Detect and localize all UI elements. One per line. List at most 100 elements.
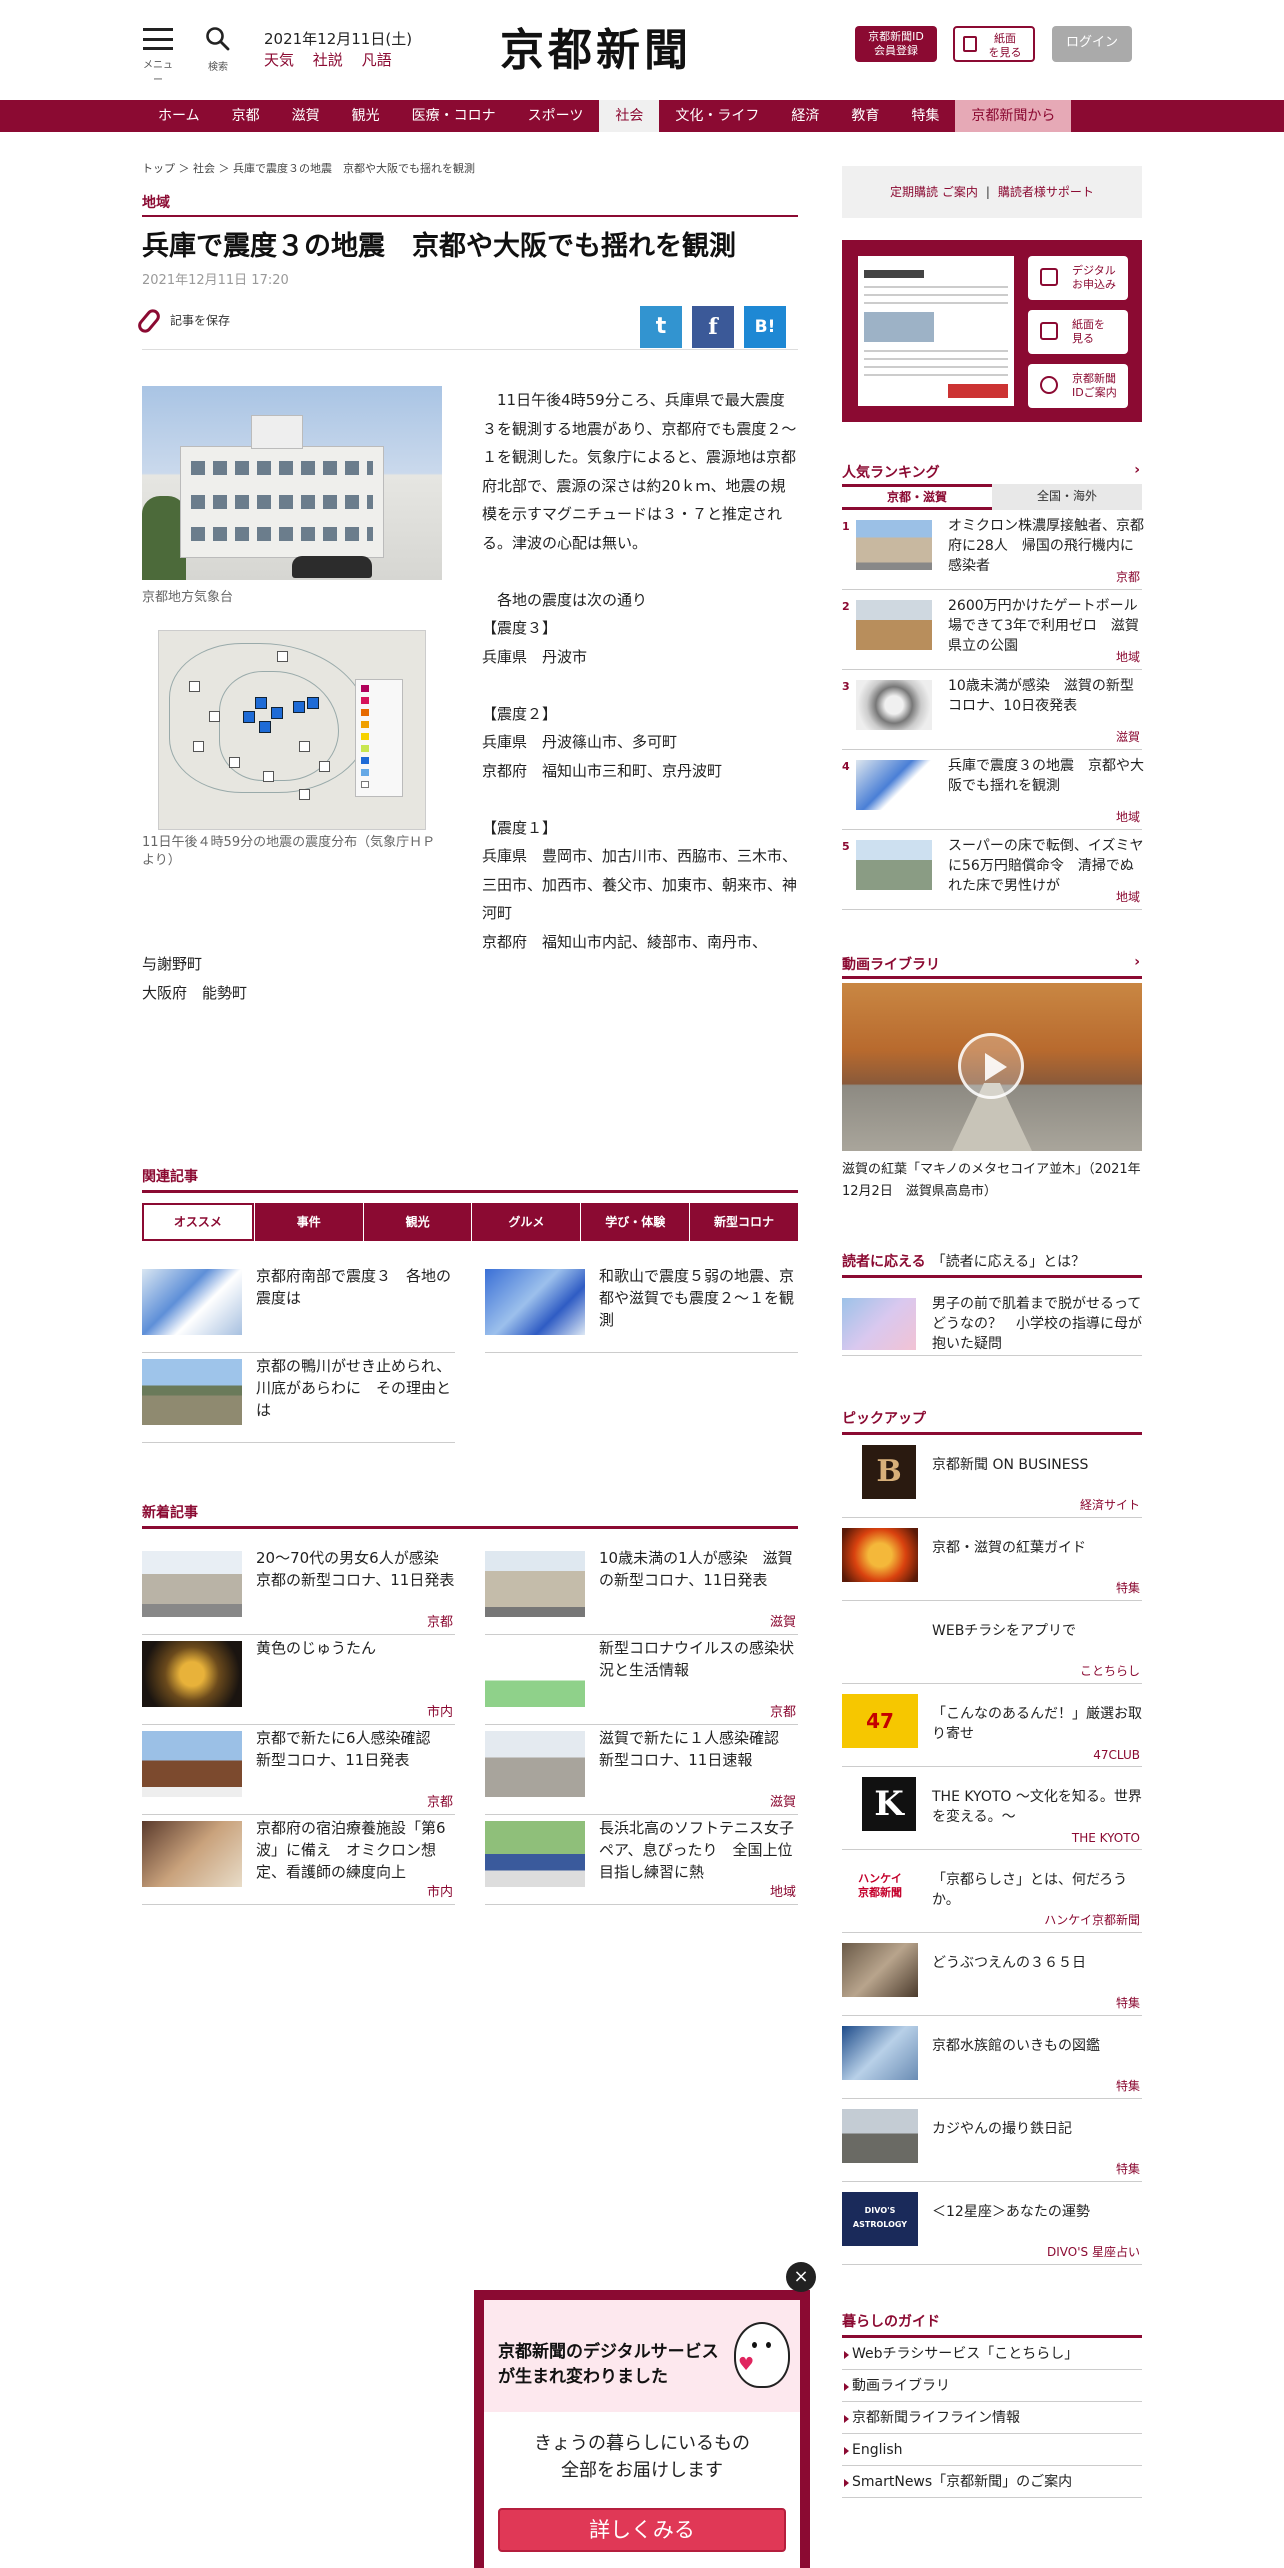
video-heading[interactable]: 動画ライブラリ › <box>842 954 1142 976</box>
photo-caption: 京都地方気象台 <box>142 590 234 605</box>
nav-item[interactable]: 京都 <box>216 100 276 132</box>
pickup-item[interactable]: B 京都新聞 ON BUSINESS 経済サイト <box>842 1435 1142 1518</box>
related-tab[interactable]: オススメ <box>142 1203 254 1241</box>
weather-office-photo[interactable] <box>142 386 442 580</box>
twitter-share-button[interactable]: t <box>640 306 682 348</box>
learn-more-button[interactable]: 詳しくみる <box>498 2508 786 2552</box>
pickup-item[interactable]: WEBチラシをアプリで ことちらし <box>842 1601 1142 1684</box>
article-card[interactable]: 和歌山で震度５弱の地震、京都や滋賀でも震度２～１を観測 <box>485 1263 798 1353</box>
related-tab[interactable]: 学び・体験 <box>580 1203 690 1241</box>
id-guide-button[interactable]: 京都新聞 IDご案内 <box>1028 364 1128 408</box>
view-paper-button[interactable]: 紙面 を見る <box>953 26 1035 62</box>
nav-list: ホーム 京都 滋賀 観光 医療・コロナ スポーツ 社会 文化・ライフ 経済 教育 特集 京都新聞から <box>142 100 1072 132</box>
article-card[interactable]: 長浜北高のソフトテニス女子ペア、息ぴったり 全国上位目指し練習に熱 地域 <box>485 1815 798 1905</box>
pickup-item[interactable]: DIVO'S ASTROLOGY ＜12星座＞あなたの運勢 DIVO'S 星座占い <box>842 2182 1142 2265</box>
related-tab[interactable]: 観光 <box>362 1203 472 1241</box>
nav-item[interactable]: 医療・コロナ <box>396 100 512 132</box>
nav-item[interactable]: 滋賀 <box>276 100 336 132</box>
article-category[interactable]: 地域 <box>142 192 798 217</box>
article-card[interactable]: 京都で新たに6人感染確認 新型コロナ、11日発表 京都 <box>142 1725 455 1815</box>
ranking-tab-national[interactable]: 全国・海外 <box>992 484 1142 510</box>
ranking-tag: 滋賀 <box>1115 730 1140 744</box>
related-tab[interactable]: 事件 <box>253 1203 363 1241</box>
nav-item[interactable]: 社会 <box>599 100 660 132</box>
newspaper-front-image[interactable] <box>858 256 1014 406</box>
weather-link[interactable]: 天気 <box>264 51 294 69</box>
ranking-item[interactable]: 4 兵庫で震度３の地震 京都や大阪でも揺れを観測 地域 <box>842 750 1144 830</box>
qa-item[interactable]: 男子の前で肌着まで脱がせるってどうなの？ 小学校の指導に母が抱いた疑問 <box>842 1278 1142 1356</box>
article-card[interactable]: 京都の鴨川がせき止められ、川底があらわに その理由とは <box>142 1353 455 1443</box>
editorial-link[interactable]: 社説 <box>313 51 343 69</box>
qa-heading[interactable]: 読者に応える 「読者に応える」とは？ <box>842 1251 1142 1278</box>
article-card-tag: 京都 <box>426 1615 453 1630</box>
pickup-item[interactable]: どうぶつえんの３６５日 特集 <box>842 1933 1142 2016</box>
view-paper-side-button[interactable]: 紙面を 見る <box>1028 310 1128 354</box>
nav-item[interactable]: 特集 <box>895 100 955 132</box>
video-heading-rule <box>842 976 1142 979</box>
pickup-item[interactable]: ハンケイ 京都新聞 「京都らしさ」とは、何だろうか。 ハンケイ京都新聞 <box>842 1850 1142 1933</box>
ranking-item[interactable]: 2 2600万円かけたゲートボール場できて3年で利用ゼロ 滋賀県立の公園 地域 <box>842 590 1142 670</box>
guide-link[interactable]: Webチラシサービス「ことちらし」 <box>842 2338 1142 2370</box>
guide-link[interactable]: 京都新聞ライフライン情報 <box>842 2402 1142 2434</box>
guide-list: Webチラシサービス「ことちらし」 動画ライブラリ 京都新聞ライフライン情報 Engl… <box>842 2338 1142 2498</box>
ranking-title: オミクロン株濃厚接触者、京都府に28人 帰国の飛行機内に感染者 <box>948 518 1144 574</box>
digital-apply-button[interactable]: デジタル お申込み <box>1028 256 1128 300</box>
related-tab[interactable]: グルメ <box>471 1203 581 1241</box>
ranking-item[interactable]: 3 10歳未満が感染 滋賀の新型コロナ、10日夜発表 滋賀 <box>842 670 1142 750</box>
pickup-item[interactable]: 47 「こんなのあるんだ！」厳選お取り寄せ 47CLUB <box>842 1684 1142 1767</box>
nav-item[interactable]: ホーム <box>142 100 216 132</box>
login-button[interactable]: ログイン <box>1052 26 1132 62</box>
pickup-tag: 特集 <box>1115 1581 1140 1595</box>
pickup-item[interactable]: K THE KYOTO ～文化を知る。世界を変える。～ THE KYOTO <box>842 1767 1142 1850</box>
nav-item[interactable]: 教育 <box>835 100 895 132</box>
map-point-strong <box>243 711 255 723</box>
ranking-heading[interactable]: 人気ランキング › <box>842 462 1142 484</box>
article-paragraph: 大阪府 能勢町 <box>142 983 248 1002</box>
facebook-share-button[interactable]: f <box>692 306 734 348</box>
seismic-intensity-map[interactable] <box>158 630 426 830</box>
nav-item[interactable]: スポーツ <box>512 100 600 132</box>
ranking-tab-local[interactable]: 京都・滋賀 <box>842 484 992 510</box>
site-logo[interactable]: 京都新聞 <box>500 14 692 78</box>
guide-link[interactable]: English <box>842 2434 1142 2466</box>
article-card[interactable]: 京都府の宿泊療養施設「第6波」に備え オミクロン想定、看護師の練度向上 市内 <box>142 1815 455 1905</box>
save-article-button[interactable]: 記事を保存 <box>135 306 230 336</box>
device-icon <box>1040 268 1058 286</box>
ranking-item[interactable]: 5 スーパーの床で転倒、イズミヤに56万円賠償命令 清掃でぬれた床で男性けが 地域 <box>842 830 1143 910</box>
ranking-tabs: 京都・滋賀 全国・海外 <box>842 484 1142 510</box>
article-paragraph: 兵庫県 丹波篠山市、多可町 <box>482 733 678 751</box>
pickup-tag: 特集 <box>1115 1996 1140 2010</box>
guide-link[interactable]: SmartNews「京都新聞」のご案内 <box>842 2466 1142 2498</box>
pickup-item[interactable]: 京都・滋賀の紅葉ガイド 特集 <box>842 1518 1142 1601</box>
nav-item[interactable]: 京都新聞から <box>955 100 1072 132</box>
nav-item[interactable]: 経済 <box>775 100 835 132</box>
article-card[interactable]: 20～70代の男女6人が感染 京都の新型コロナ、11日発表 京都 <box>142 1545 455 1635</box>
video-caption[interactable]: 滋賀の紅葉「マキノのメタセコイア並木」（2021年12月2日 滋賀県高島市） <box>842 1159 1142 1203</box>
id-register-button[interactable]: 京都新聞ID 会員登録 <box>855 26 937 62</box>
bongo-link[interactable]: 凡語 <box>362 51 392 69</box>
nav-item[interactable]: 文化・ライフ <box>659 100 775 132</box>
article-card[interactable]: 滋賀で新たに１人感染確認 新型コロナ、11日速報 滋賀 <box>485 1725 798 1815</box>
nav-item[interactable]: 観光 <box>336 100 396 132</box>
ranking-item[interactable]: 1 オミクロン株濃厚接触者、京都府に28人 帰国の飛行機内に感染者 京都 <box>842 510 1144 590</box>
support-link[interactable]: 購読者様サポート <box>998 185 1094 199</box>
article-card[interactable]: 京都府南部で震度３ 各地の震度は <box>142 1263 455 1353</box>
close-popup-button[interactable]: × <box>786 2262 816 2292</box>
related-tab[interactable]: 新型コロナ <box>689 1203 798 1241</box>
video-thumbnail[interactable] <box>842 983 1142 1151</box>
guide-link[interactable]: 動画ライブラリ <box>842 2370 1142 2402</box>
menu-button[interactable]: メニュー <box>140 28 176 86</box>
hatena-bookmark-button[interactable]: B! <box>744 306 786 348</box>
article-card-tag: 滋賀 <box>769 1795 796 1810</box>
play-icon[interactable] <box>958 1033 1024 1099</box>
search-button[interactable]: 検索 <box>200 26 236 73</box>
article-card[interactable]: 新型コロナウイルスの感染状況と生活情報 京都 <box>485 1635 798 1725</box>
photo-tower <box>251 415 303 449</box>
pickup-item[interactable]: 京都水族館のいきもの図鑑 特集 <box>842 2016 1142 2099</box>
ranking-title: 10歳未満が感染 滋賀の新型コロナ、10日夜発表 <box>948 678 1134 714</box>
subscribe-link[interactable]: 定期購読 ご案内 <box>890 185 978 199</box>
pickup-item[interactable]: カジやんの撮り鉄日記 特集 <box>842 2099 1142 2182</box>
article-card[interactable]: 黄色のじゅうたん 市内 <box>142 1635 455 1725</box>
breadcrumb[interactable]: トップ ＞ 社会 ＞ 兵庫で震度３の地震 京都や大阪でも揺れを観測 <box>142 160 798 176</box>
article-card[interactable]: 10歳未満の1人が感染 滋賀の新型コロナ、11日発表 滋賀 <box>485 1545 798 1635</box>
